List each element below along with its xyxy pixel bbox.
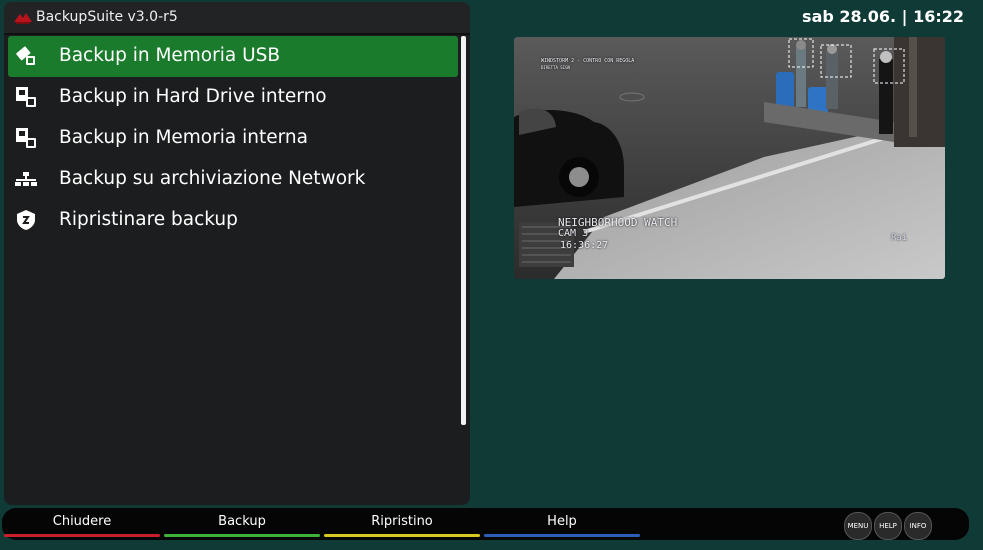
menu-item-backup-network[interactable]: Backup su archiviazione Network (8, 159, 458, 200)
blue-key-indicator (484, 534, 640, 537)
info-button[interactable]: INFO (904, 512, 932, 540)
green-key-indicator (164, 534, 320, 537)
yellow-key-indicator (324, 534, 480, 537)
network-icon (14, 167, 38, 191)
osd-timestamp: 16:36:27 (560, 240, 609, 251)
preview-top-caption: WINDSTORM 2 - CONTRO CON REGOLA (541, 58, 635, 64)
menu-item-label: Backup in Memoria USB (59, 45, 281, 66)
menu-item-label: Backup in Hard Drive interno (59, 86, 327, 107)
blue-key-help[interactable]: Help (482, 514, 642, 529)
green-key-backup[interactable]: Backup (162, 514, 322, 529)
app-title: BackupSuite v3.0-r5 (36, 9, 178, 25)
help-button[interactable]: HELP (874, 512, 902, 540)
menu-item-backup-hdd[interactable]: Backup in Hard Drive interno (8, 77, 458, 118)
backup-options-list: Backup in Memoria USB Backup in Hard Dri… (8, 36, 462, 241)
yellow-key-restore[interactable]: Ripristino (322, 514, 482, 529)
tv-preview-window: WINDSTORM 2 - CONTRO CON REGOLA DIRETTA … (514, 37, 945, 279)
usb-drive-icon (14, 44, 38, 68)
menu-item-backup-internal-memory[interactable]: Backup in Memoria interna (8, 118, 458, 159)
menu-item-label: Ripristinare backup (59, 209, 238, 230)
menu-item-backup-usb[interactable]: Backup in Memoria USB (8, 36, 458, 77)
channel-logo: Rai (891, 233, 908, 243)
date-time-display: sab 28.06. | 16:22 (802, 7, 964, 26)
menu-item-restore-backup[interactable]: Ripristinare backup (8, 200, 458, 241)
panel-header: BackupSuite v3.0-r5 (4, 2, 470, 35)
color-key-bar: Chiudere Backup Ripristino Help MENU HEL… (2, 508, 969, 540)
internal-memory-icon (14, 126, 38, 150)
app-logo-icon (14, 13, 32, 24)
menu-scrollbar[interactable] (461, 36, 466, 425)
preview-top-subcaption: DIRETTA SIGN (541, 65, 570, 70)
red-key-indicator (4, 534, 160, 537)
hard-drive-icon (14, 85, 38, 109)
osd-camera-number: CAM 3 (558, 228, 589, 239)
menu-item-label: Backup in Memoria interna (59, 127, 308, 148)
backup-menu-panel: BackupSuite v3.0-r5 Backup in Memoria US… (4, 2, 470, 505)
restore-shield-icon (14, 208, 38, 232)
red-key-close[interactable]: Chiudere (2, 514, 162, 529)
menu-item-label: Backup su archiviazione Network (59, 168, 366, 189)
menu-button[interactable]: MENU (844, 512, 872, 540)
